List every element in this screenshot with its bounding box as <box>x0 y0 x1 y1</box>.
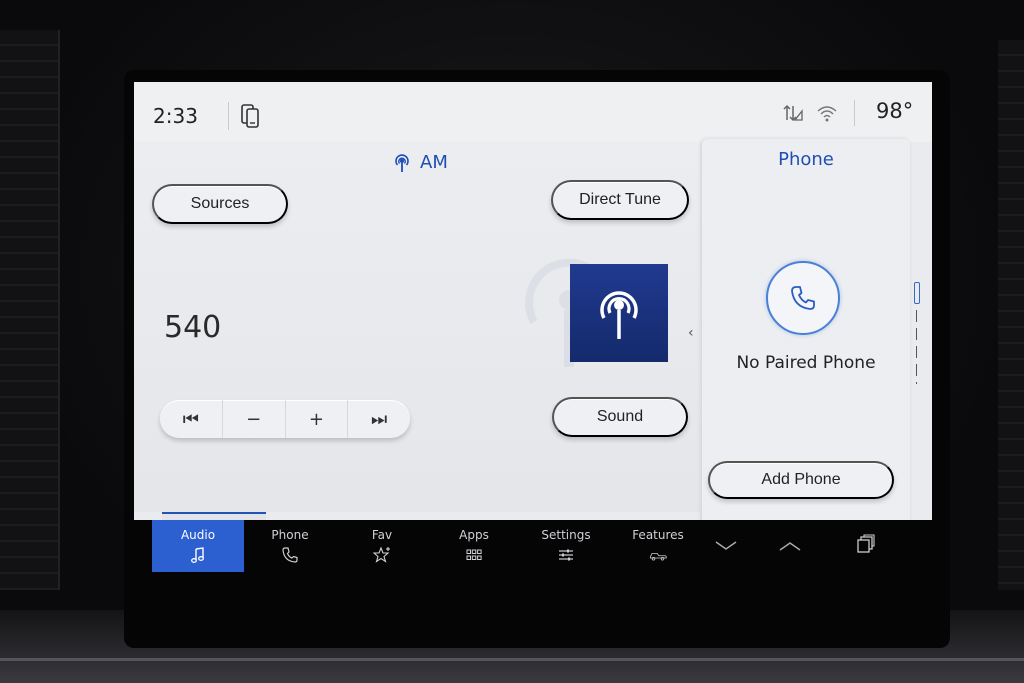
car-icon <box>650 553 667 561</box>
band-indicator: AM <box>392 152 448 173</box>
star-plus-icon <box>373 546 390 563</box>
chevron-down-icon[interactable] <box>714 539 738 553</box>
sources-button[interactable]: Sources <box>152 184 288 224</box>
phone-status-text: No Paired Phone <box>736 353 876 373</box>
audio-panel: AM Sources Direct Tune 540 ‹ ⏮ − + ⏭ Sou… <box>134 142 700 565</box>
seek-back-button[interactable]: ⏮ <box>160 400 223 438</box>
nav-fav[interactable]: Fav <box>336 520 428 572</box>
bottom-nav-bar: Audio Phone Fav Apps Settings Features <box>134 520 932 572</box>
phone-projection-icon[interactable] <box>240 104 260 128</box>
phone-icon <box>791 286 815 310</box>
tuning-controls: ⏮ − + ⏭ <box>160 400 410 438</box>
broadcast-icon <box>600 291 638 339</box>
wifi-icon <box>817 106 837 122</box>
phone-call-button[interactable] <box>766 261 840 335</box>
band-label: AM <box>420 152 448 173</box>
add-phone-button[interactable]: Add Phone <box>708 461 894 499</box>
sliders-icon <box>559 549 573 561</box>
current-frequency: 540 <box>164 310 222 345</box>
scroll-thumb[interactable] <box>914 282 920 304</box>
direct-tune-button[interactable]: Direct Tune <box>551 180 689 220</box>
clock: 2:33 <box>153 104 198 128</box>
nav-label: Audio <box>180 528 216 542</box>
phone-panel: Phone No Paired Phone Add Phone <box>702 139 910 572</box>
windows-overview-icon[interactable] <box>856 534 876 554</box>
nav-apps[interactable]: Apps <box>428 520 520 572</box>
seek-forward-button[interactable]: ⏭ <box>348 400 410 438</box>
chevron-left-icon[interactable]: ‹ <box>688 325 694 341</box>
phone-icon <box>282 547 298 563</box>
outside-temperature: 98° <box>876 99 914 123</box>
station-artwork <box>570 264 668 362</box>
broadcast-icon <box>395 153 409 172</box>
nav-settings[interactable]: Settings <box>520 520 612 572</box>
status-bar: 2:33 98° <box>134 82 932 142</box>
nav-label: Settings <box>541 528 591 542</box>
grid-icon <box>466 549 482 560</box>
tune-up-button[interactable]: + <box>286 400 349 438</box>
chevron-up-icon[interactable] <box>778 539 802 553</box>
nav-label: Apps <box>459 528 489 542</box>
tune-down-button[interactable]: − <box>223 400 286 438</box>
status-divider <box>228 102 229 130</box>
right-air-vent <box>998 40 1024 590</box>
panel-scroll-indicator[interactable] <box>914 282 922 386</box>
nav-audio[interactable]: Audio <box>152 520 244 572</box>
nav-features[interactable]: Features <box>612 520 704 572</box>
music-note-icon <box>191 547 204 563</box>
nav-label: Features <box>632 528 684 542</box>
nav-phone[interactable]: Phone <box>244 520 336 572</box>
nav-arrows <box>714 520 802 572</box>
data-signal-icon <box>783 104 803 122</box>
scroll-track <box>916 310 917 384</box>
nav-label: Fav <box>371 528 393 542</box>
nav-label: Phone <box>271 528 309 542</box>
left-air-vent <box>0 30 60 590</box>
infotainment-screen: 2:33 98° AM Sources Direct Tune 540 ‹ ⏮ … <box>134 82 932 572</box>
phone-panel-title[interactable]: Phone <box>702 149 910 170</box>
sound-button[interactable]: Sound <box>552 397 688 437</box>
status-divider <box>854 100 855 126</box>
